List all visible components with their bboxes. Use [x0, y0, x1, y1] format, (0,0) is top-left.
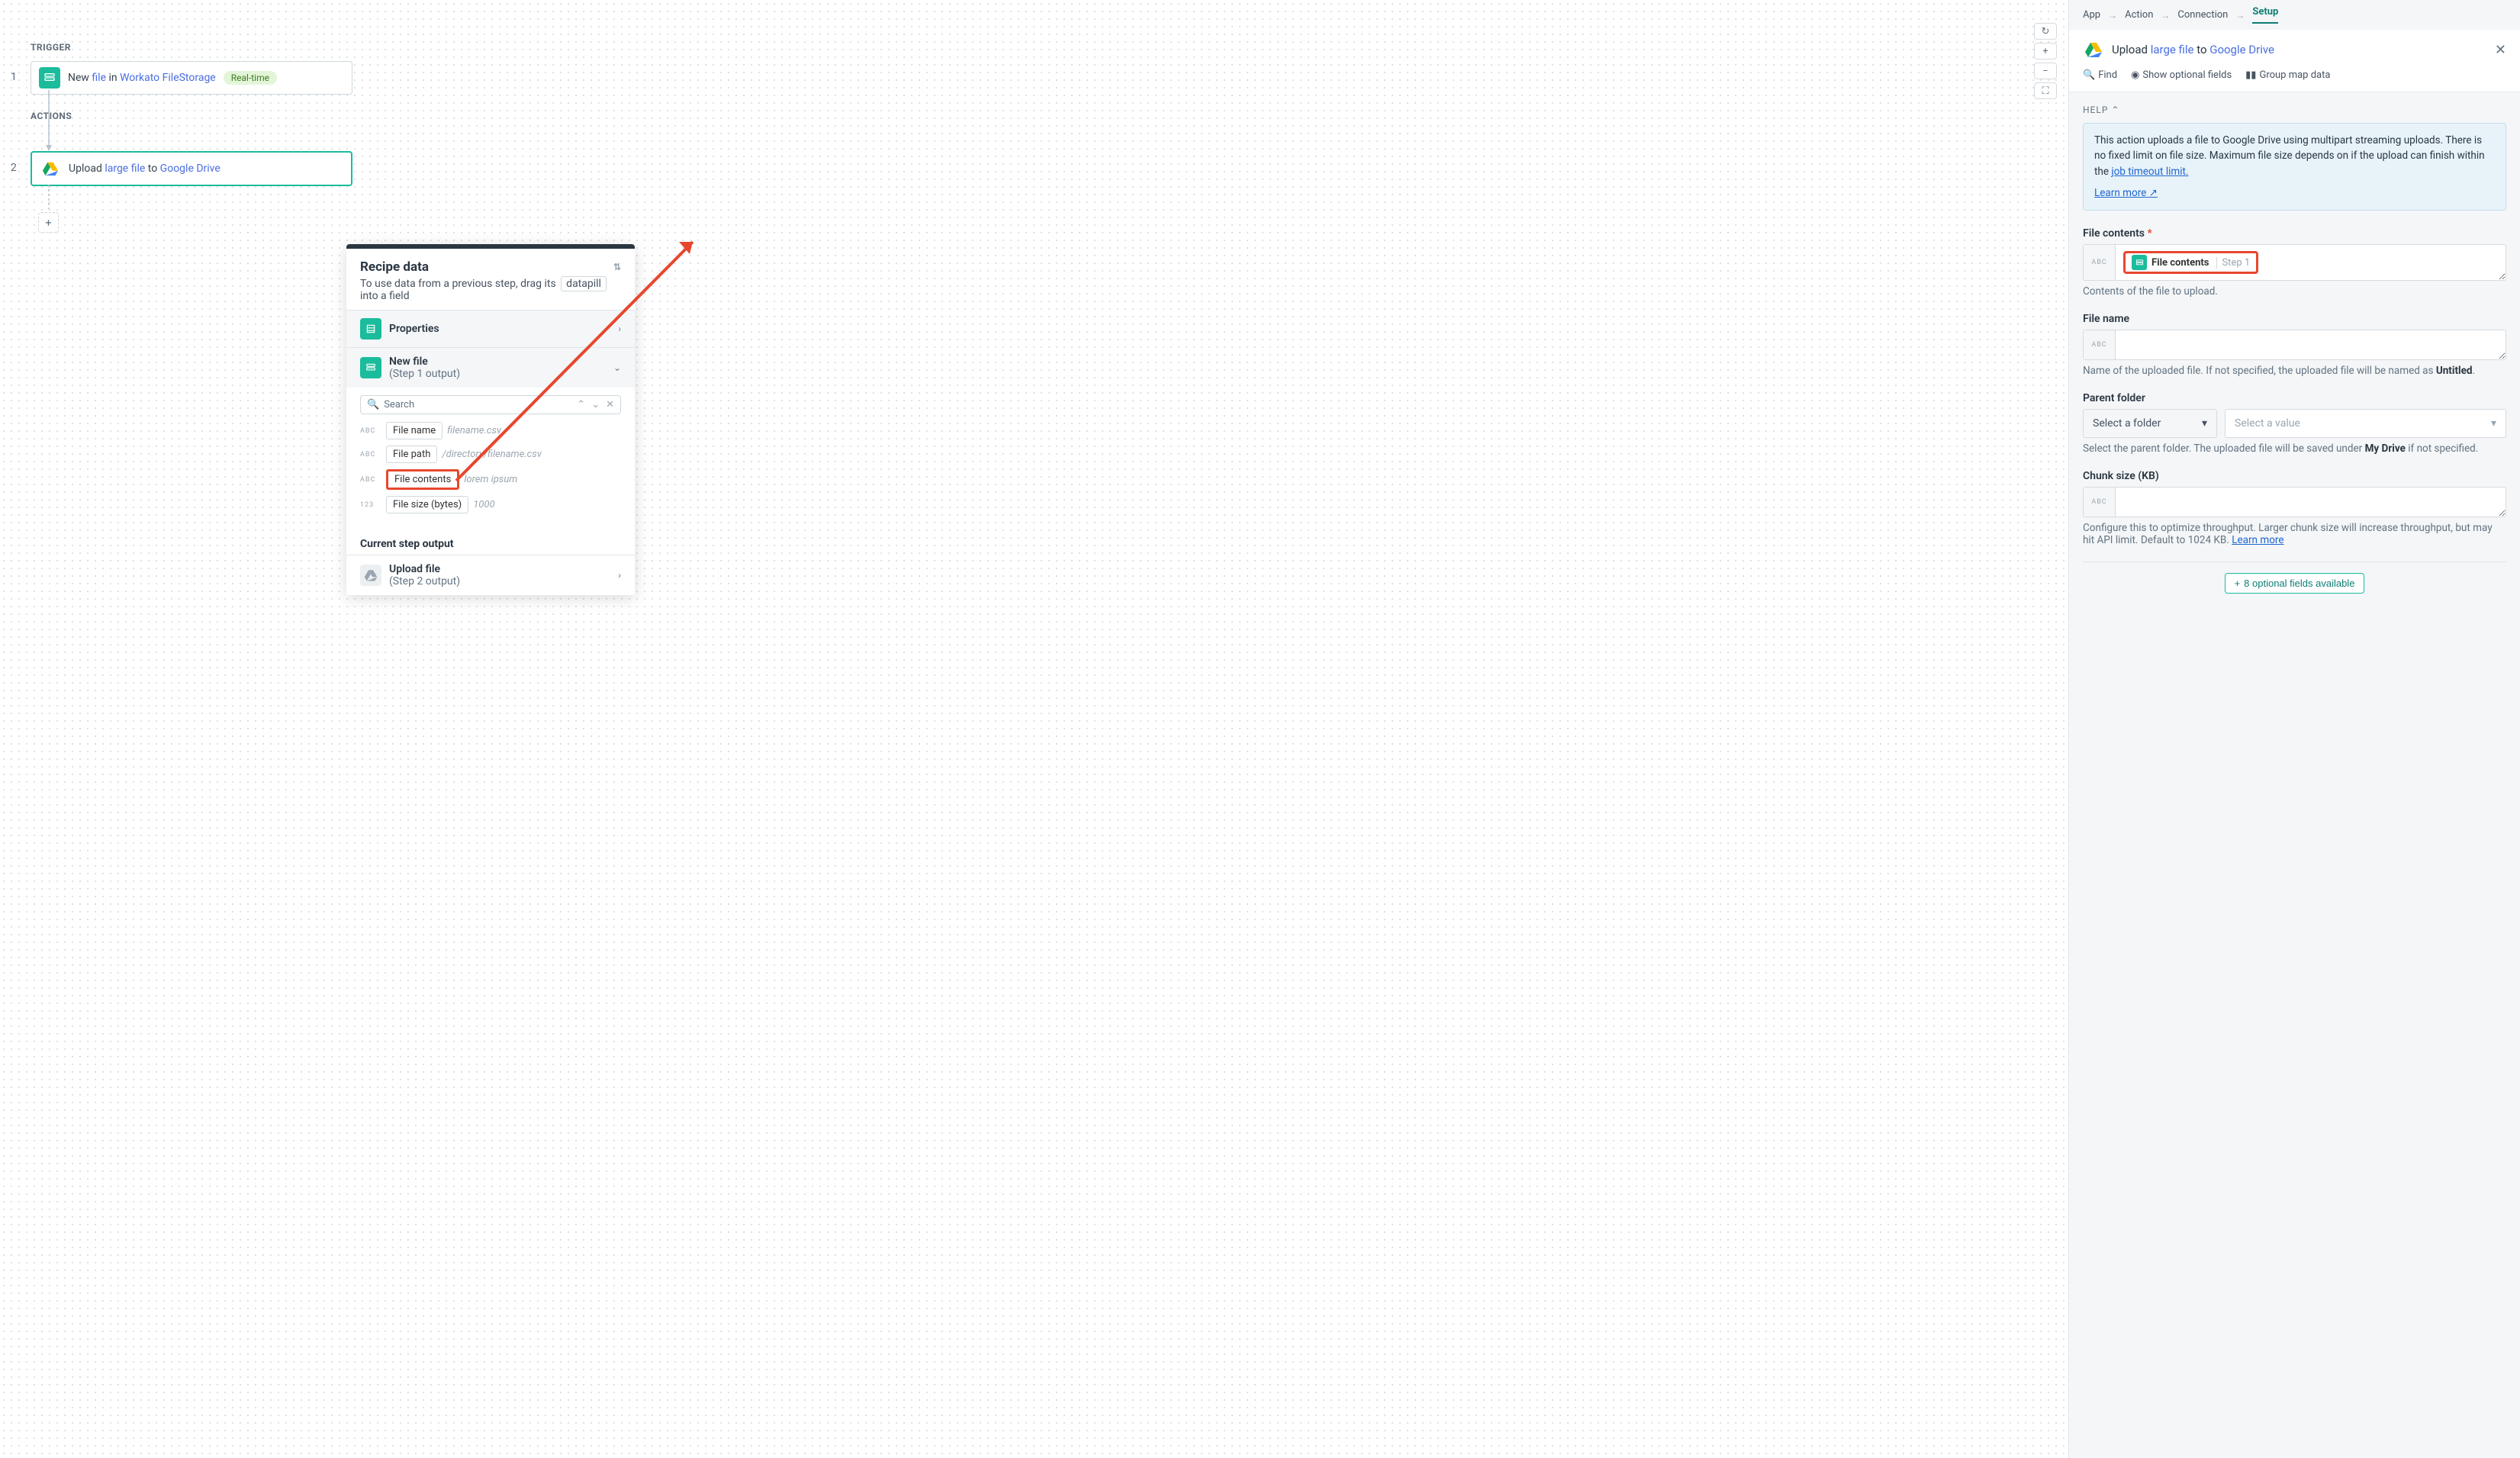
file-contents-label: File contents * [2083, 227, 2506, 240]
current-step-label: Current step output [346, 529, 635, 555]
datapill-fields: ABCFile namefilename.csv ABCFile path/di… [346, 422, 635, 529]
add-step-button[interactable]: + [38, 212, 59, 233]
group-map-button[interactable]: ▮▮Group map data [2245, 69, 2330, 81]
config-sidebar: App → Action → Connection → Setup Upload… [2068, 0, 2520, 1458]
parent-folder-type-dropdown[interactable]: Select a folder▾ [2083, 409, 2217, 438]
chevron-right-icon: → [2161, 10, 2170, 21]
realtime-badge: Real-time [224, 71, 277, 85]
datapill-file-contents[interactable]: ABCFile contentslorem ipsum [360, 469, 621, 490]
datapill-file-path[interactable]: ABCFile path/directory/filename.csv [360, 446, 621, 463]
step-number-2: 2 [11, 162, 17, 174]
search-icon: 🔍 [367, 399, 379, 410]
google-drive-icon [40, 158, 61, 179]
parent-folder-hint: Select the parent folder. The uploaded f… [2083, 443, 2506, 455]
breadcrumb-tabs: App → Action → Connection → Setup [2069, 0, 2520, 30]
zoom-out-btn[interactable]: − [2034, 63, 2057, 79]
refresh-btn[interactable]: ↻ [2034, 23, 2057, 40]
file-name-label: File name [2083, 313, 2506, 325]
tab-connection[interactable]: Connection [2177, 9, 2228, 21]
help-label[interactable]: HELP ⌃ [2083, 105, 2506, 115]
recipe-search[interactable]: 🔍 Search ⌃ ⌄ ✕ [360, 395, 621, 414]
connector-2 [44, 185, 53, 215]
learn-more-chunk-link[interactable]: Learn more [2232, 534, 2283, 546]
panel-toolbar: 🔍Find ◉Show optional fields ▮▮Group map … [2069, 69, 2520, 92]
parent-folder-value-dropdown[interactable]: Select a value▾ [2225, 409, 2506, 438]
search-icon: 🔍 [2083, 69, 2095, 81]
tab-action[interactable]: Action [2125, 9, 2153, 21]
trigger-node[interactable]: New file in Workato FileStorage Real-tim… [31, 61, 352, 95]
step-number-1: 1 [11, 71, 17, 83]
chevron-right-icon: → [2235, 10, 2245, 21]
close-panel-button[interactable]: ✕ [2495, 42, 2506, 58]
panel-title-row: Upload large file to Google Drive ✕ [2069, 30, 2520, 69]
recipe-canvas[interactable]: ↻ + − ⛶ TRIGGER ACTIONS 1 2 New file in … [0, 0, 2068, 1458]
file-contents-input[interactable]: ABC File contents Step 1 [2083, 244, 2506, 281]
connector-1 [44, 90, 53, 151]
filestorage-icon [39, 67, 60, 89]
trigger-text: New file in Workato FileStorage [68, 72, 216, 84]
file-name-input[interactable]: ABC [2083, 330, 2506, 360]
action-node-upload[interactable]: Upload large file to Google Drive [31, 151, 352, 186]
filestorage-icon-small [360, 357, 381, 378]
group-icon: ▮▮ [2245, 69, 2256, 81]
recipe-data-title: Recipe data [360, 259, 429, 275]
find-button[interactable]: 🔍Find [2083, 69, 2117, 81]
show-optional-button[interactable]: ◉Show optional fields [2131, 69, 2232, 81]
google-drive-icon-gray [360, 565, 381, 586]
filestorage-pill-icon [2132, 255, 2147, 270]
recipe-data-subtitle: To use data from a previous step, drag i… [360, 278, 621, 302]
uploadfile-block[interactable]: Upload file (Step 2 output) › [346, 555, 635, 595]
tab-setup[interactable]: Setup [2252, 6, 2278, 24]
chevron-right-icon: › [618, 323, 621, 334]
fit-btn[interactable]: ⛶ [2034, 82, 2057, 99]
help-box: This action uploads a file to Google Dri… [2083, 123, 2506, 211]
eye-icon: ◉ [2131, 69, 2139, 81]
learn-more-link[interactable]: Learn more ↗ [2094, 187, 2158, 199]
external-link-icon: ↗ [2149, 187, 2158, 199]
prev-icon[interactable]: ⌃ [577, 399, 585, 410]
chevron-right-icon: › [618, 570, 621, 581]
panel-resize-icon[interactable]: ⇅ [613, 262, 621, 272]
trigger-section-label: TRIGGER [31, 42, 71, 53]
chevron-up-icon: ⌃ [2111, 105, 2119, 115]
canvas-controls: ↻ + − ⛶ [2034, 23, 2057, 99]
file-contents-hint: Contents of the file to upload. [2083, 285, 2506, 298]
app-root: ↻ + − ⛶ TRIGGER ACTIONS 1 2 New file in … [0, 0, 2520, 1458]
chunk-size-input[interactable]: ABC [2083, 487, 2506, 517]
file-name-hint: Name of the uploaded file. If not specif… [2083, 365, 2506, 377]
datapill-file-size[interactable]: 123File size (bytes)1000 [360, 496, 621, 513]
chevron-right-icon: → [2108, 10, 2117, 21]
tab-app[interactable]: App [2083, 9, 2100, 21]
parent-folder-label: Parent folder [2083, 392, 2506, 404]
properties-icon [360, 318, 381, 340]
inserted-datapill[interactable]: File contents Step 1 [2123, 251, 2258, 274]
chevron-down-icon: ⌄ [613, 362, 621, 373]
caret-down-icon: ▾ [2491, 417, 2496, 430]
chunk-size-label: Chunk size (KB) [2083, 470, 2506, 482]
datapill-file-name[interactable]: ABCFile namefilename.csv [360, 422, 621, 439]
panel-title-text: Upload large file to Google Drive [2112, 43, 2274, 56]
recipe-data-panel: Recipe data ⇅ To use data from a previou… [346, 244, 635, 595]
job-timeout-link[interactable]: job timeout limit. [2111, 166, 2188, 178]
setup-form: HELP ⌃ This action uploads a file to Goo… [2069, 92, 2520, 1458]
google-drive-icon [2083, 39, 2104, 60]
properties-block[interactable]: Properties › [346, 310, 635, 347]
newfile-block[interactable]: New file (Step 1 output) ⌄ [346, 347, 635, 388]
zoom-in-btn[interactable]: + [2034, 43, 2057, 60]
plus-icon: + [2235, 578, 2241, 589]
close-search-icon[interactable]: ✕ [606, 399, 614, 410]
next-icon[interactable]: ⌄ [591, 399, 600, 410]
optional-fields-button[interactable]: +8 optional fields available [2225, 573, 2365, 594]
caret-down-icon: ▾ [2202, 417, 2207, 430]
chunk-size-hint: Configure this to optimize throughput. L… [2083, 522, 2506, 546]
action-text: Upload large file to Google Drive [69, 163, 220, 175]
